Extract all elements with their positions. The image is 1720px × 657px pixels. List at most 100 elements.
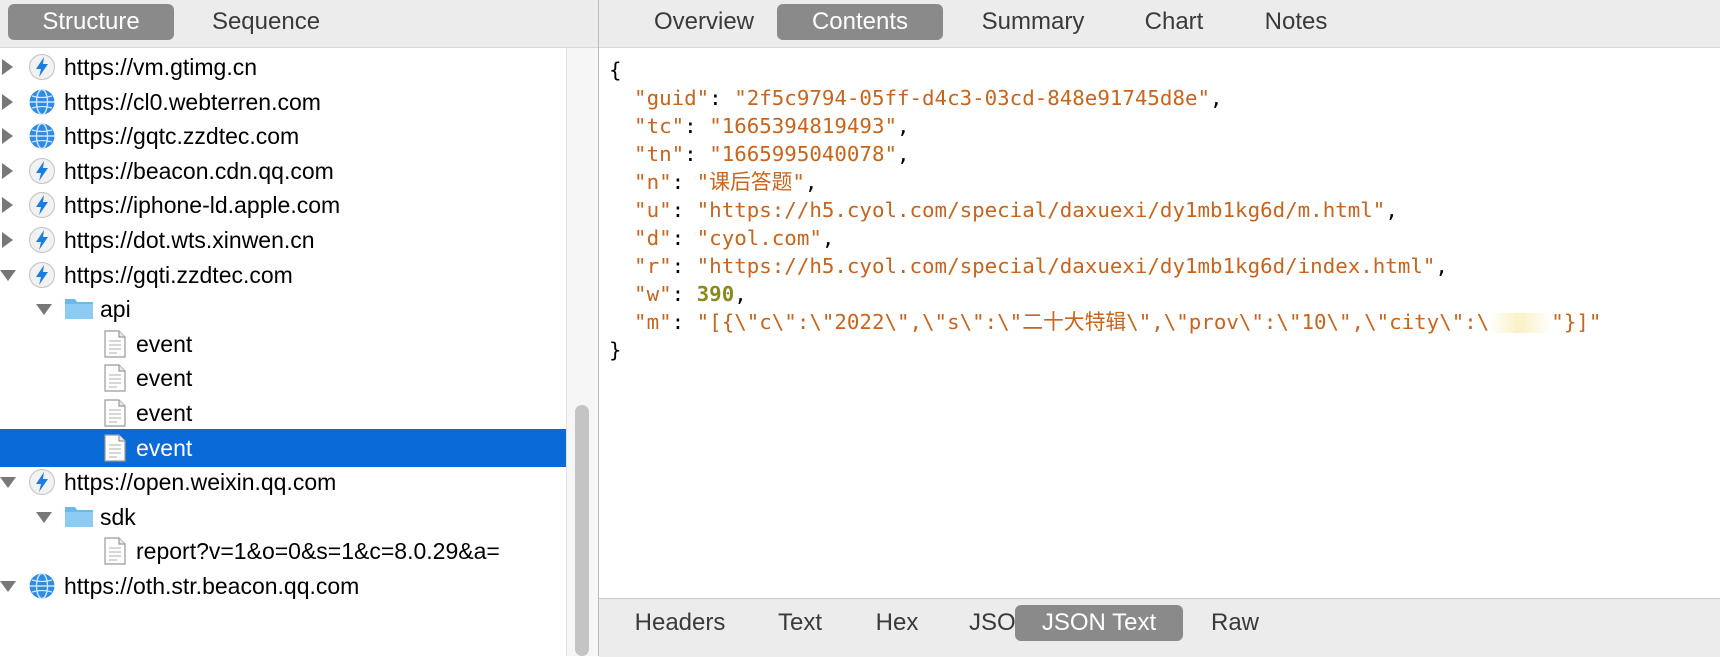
lightning-icon [28, 191, 56, 219]
json-value: "https://h5.cyol.com/special/daxuexi/dy1… [696, 198, 1386, 222]
document-icon [104, 330, 132, 358]
lightning-icon [28, 468, 56, 496]
tree-row[interactable]: report?v=1&o=0&s=1&c=8.0.29&a= [0, 532, 566, 570]
tree-row-label: event [136, 435, 193, 461]
json-value: "2f5c9794-05ff-d4c3-03cd-848e91745d8e" [734, 86, 1211, 110]
tree-row-label: https://cl0.webterren.com [64, 89, 321, 115]
json-open-brace: { [609, 58, 622, 82]
tree-row[interactable]: sdk [0, 498, 566, 536]
document-icon [104, 364, 132, 392]
tree-row-label: https://iphone-ld.apple.com [64, 192, 341, 218]
tree-row-label: sdk [100, 504, 136, 530]
json-value: "课后答题" [696, 170, 805, 194]
disclosure-collapsed-icon[interactable] [2, 197, 13, 213]
json-key: "tc" [634, 114, 685, 138]
json-close-brace: } [609, 338, 622, 362]
left-tab-bar: Structure Sequence [0, 0, 598, 48]
redacted-region [1489, 313, 1552, 333]
disclosure-expanded-icon[interactable] [36, 304, 52, 315]
tree-row[interactable]: https://dot.wts.xinwen.cn [0, 221, 566, 259]
document-icon [104, 537, 132, 565]
tree-row-label: event [136, 365, 193, 391]
folder-icon [64, 295, 93, 323]
disclosure-collapsed-icon[interactable] [2, 163, 13, 179]
json-key: "d" [634, 226, 672, 250]
tree-row-label: https://oth.str.beacon.qq.com [64, 573, 360, 599]
tree-row[interactable]: https://open.weixin.qq.com [0, 463, 566, 501]
document-icon [104, 399, 132, 427]
tree-row-label: https://gqti.zzdtec.com [64, 262, 293, 288]
tree-row-label: event [136, 400, 193, 426]
tree-row-label: report?v=1&o=0&s=1&c=8.0.29&a= [136, 538, 500, 564]
lightning-icon [28, 53, 56, 81]
tab-hex[interactable]: Hex [855, 605, 939, 641]
tree-row[interactable]: event [0, 429, 566, 467]
tab-contents[interactable]: Contents [777, 4, 943, 40]
disclosure-collapsed-icon[interactable] [2, 59, 13, 75]
structure-pane: Structure Sequence https://vm.gtimg.cn ht… [0, 0, 598, 656]
json-value-end: "}]" [1551, 310, 1602, 334]
json-key: "tn" [634, 142, 685, 166]
json-key: "guid" [634, 86, 710, 110]
json-value: "1665995040078" [709, 142, 897, 166]
json-content-view[interactable]: { "guid": "2f5c9794-05ff-d4c3-03cd-848e9… [599, 48, 1720, 598]
tree-row[interactable]: https://gqti.zzdtec.com [0, 256, 566, 294]
lightning-icon [28, 157, 56, 185]
json-value: "cyol.com" [696, 226, 822, 250]
right-tab-bar: Overview Contents Summary Chart Notes [599, 0, 1720, 48]
tree-row[interactable]: event [0, 325, 566, 363]
json-value: "1665394819493" [709, 114, 897, 138]
tree-row-label: https://vm.gtimg.cn [64, 54, 258, 80]
tree-row[interactable]: https://vm.gtimg.cn [0, 48, 566, 86]
tree-row[interactable]: https://iphone-ld.apple.com [0, 186, 566, 224]
disclosure-collapsed-icon[interactable] [2, 128, 13, 144]
tree-row-label: event [136, 331, 193, 357]
json-number-value: 390 [696, 282, 735, 306]
tree-row[interactable]: event [0, 394, 566, 432]
tab-headers[interactable]: Headers [615, 605, 745, 641]
json-key: "n" [634, 170, 672, 194]
json-value: "[{\"c\":\"2022\",\"s\":\"二十大特辑\",\"prov… [696, 310, 1490, 334]
json-value: "https://h5.cyol.com/special/daxuexi/dy1… [696, 254, 1436, 278]
tree-row[interactable]: https://cl0.webterren.com [0, 83, 566, 121]
document-icon [104, 434, 132, 462]
folder-icon [64, 503, 93, 531]
disclosure-expanded-icon[interactable] [36, 512, 52, 523]
json-key: "m" [634, 310, 672, 334]
tree-row[interactable]: https://gqtc.zzdtec.com [0, 117, 566, 155]
tab-sequence[interactable]: Sequence [190, 4, 342, 40]
bottom-tab-bar: Headers Text Hex JSON JSON Text Raw [599, 598, 1720, 657]
tab-overview[interactable]: Overview [629, 4, 779, 40]
json-text: { "guid": "2f5c9794-05ff-d4c3-03cd-848e9… [609, 58, 1602, 362]
disclosure-expanded-icon[interactable] [0, 270, 16, 281]
tree-row-label: https://dot.wts.xinwen.cn [64, 227, 315, 253]
tab-notes[interactable]: Notes [1241, 4, 1351, 40]
tab-chart[interactable]: Chart [1119, 4, 1229, 40]
disclosure-collapsed-icon[interactable] [2, 94, 13, 110]
tree-row[interactable]: event [0, 359, 566, 397]
tab-summary[interactable]: Summary [959, 4, 1107, 40]
disclosure-expanded-icon[interactable] [0, 477, 16, 488]
tree-row[interactable]: https://oth.str.beacon.qq.com [0, 567, 566, 605]
lightning-icon [28, 226, 56, 254]
detail-pane: Overview Contents Summary Chart Notes { … [599, 0, 1720, 657]
tree-row-label: api [100, 296, 131, 322]
tree-row-label: https://open.weixin.qq.com [64, 469, 337, 495]
globe-icon [28, 122, 56, 150]
tree-row[interactable]: api [0, 290, 566, 328]
tree-row[interactable]: https://beacon.cdn.qq.com [0, 152, 566, 190]
tab-structure[interactable]: Structure [8, 4, 174, 40]
disclosure-collapsed-icon[interactable] [2, 232, 13, 248]
disclosure-expanded-icon[interactable] [0, 581, 16, 592]
globe-icon [28, 88, 56, 116]
vertical-scrollbar-thumb[interactable] [575, 405, 589, 656]
json-key: "r" [634, 254, 672, 278]
json-key: "u" [634, 198, 672, 222]
tab-json-text[interactable]: JSON Text [1015, 605, 1183, 641]
tree-row-label: https://gqtc.zzdtec.com [64, 123, 300, 149]
tab-text[interactable]: Text [757, 605, 843, 641]
tab-raw[interactable]: Raw [1195, 605, 1275, 641]
globe-icon [28, 572, 56, 600]
json-key: "w" [634, 282, 672, 306]
tree-row-label: https://beacon.cdn.qq.com [64, 158, 334, 184]
